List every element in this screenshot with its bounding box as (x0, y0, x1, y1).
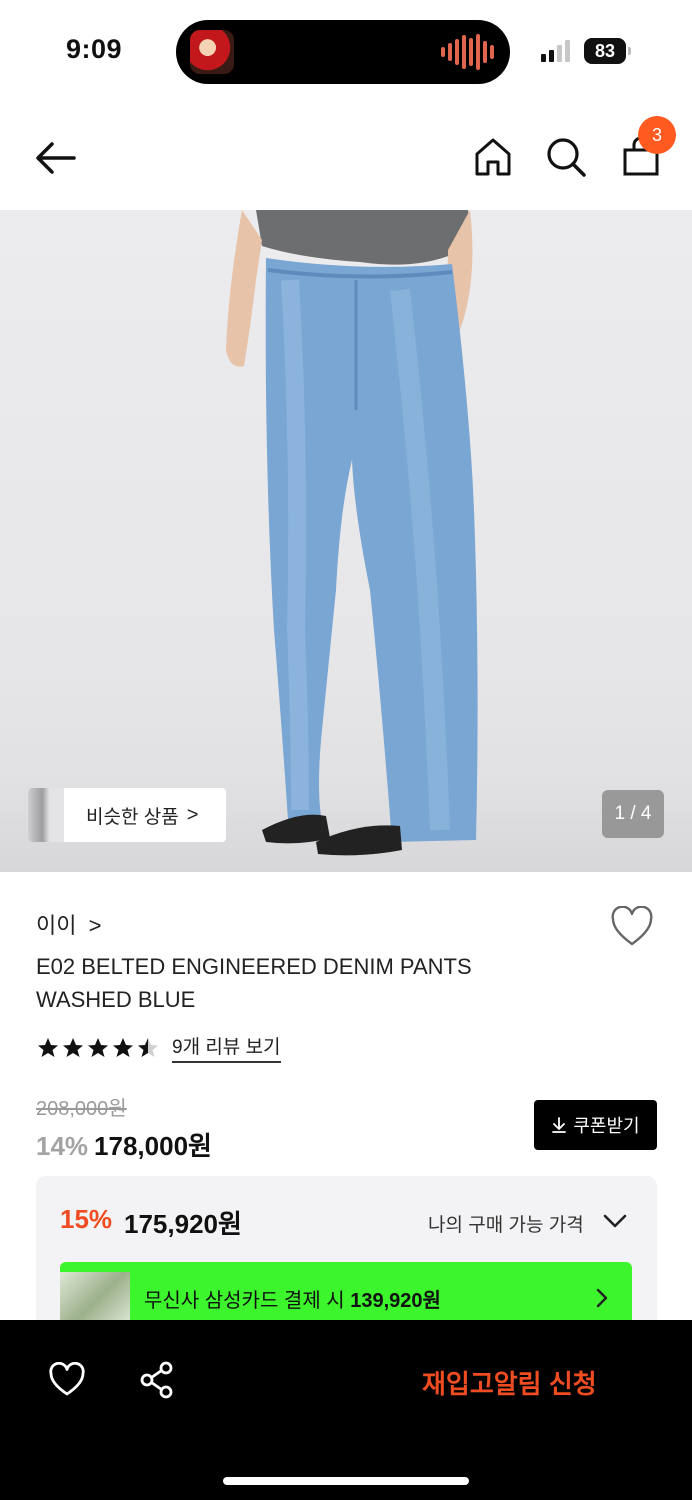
star-icon (113, 1037, 133, 1057)
chevron-down-icon[interactable] (602, 1210, 628, 1232)
heart-icon[interactable] (48, 1362, 86, 1398)
review-link[interactable]: 9개 리뷰 보기 (172, 1032, 281, 1063)
my-price-label: 나의 구매 가능 가격 (428, 1215, 584, 1236)
wishlist-heart-icon[interactable] (610, 906, 654, 948)
star-rating (36, 1036, 160, 1060)
product-image[interactable]: 비슷한 상품 > 1 / 4 (0, 210, 692, 872)
brand-name: 이이 (36, 913, 77, 938)
similar-products-button[interactable]: 비슷한 상품 > (28, 788, 226, 842)
original-price: 208,000원 (36, 1098, 127, 1120)
image-pager: 1 / 4 (602, 790, 664, 838)
search-icon[interactable] (543, 134, 589, 180)
audio-waveform-icon (441, 34, 494, 70)
my-price: 175,920원 (124, 1209, 242, 1239)
battery-indicator: 83 (584, 38, 631, 64)
chevron-right-icon: > (186, 803, 199, 826)
similar-product-thumbnail (28, 788, 64, 842)
half-star-icon (138, 1037, 158, 1057)
top-navigation (0, 110, 692, 206)
sale-price: 178,000원 (94, 1131, 212, 1161)
rating-row: 9개 리뷰 보기 (36, 1032, 281, 1063)
card-promo-label: 무신사 삼성카드 결제 시 (144, 1290, 345, 1312)
status-bar: 9:09 83 (0, 0, 692, 100)
coupon-label: 쿠폰받기 (573, 1116, 640, 1136)
card-promo-text: 무신사 삼성카드 결제 시 139,920원 (144, 1284, 441, 1313)
star-icon (63, 1037, 83, 1057)
coupon-button[interactable]: 쿠폰받기 (534, 1100, 657, 1150)
dynamic-island[interactable] (176, 20, 510, 84)
share-icon[interactable] (138, 1360, 176, 1400)
bottom-action-bar: 재입고알림 신청 (0, 1320, 692, 1500)
download-icon (552, 1117, 567, 1133)
product-title: E02 BELTED ENGINEERED DENIM PANTS WASHED… (36, 954, 472, 1012)
brand-chevron-icon: > (88, 913, 102, 938)
card-promo-price: 139,920원 (350, 1290, 441, 1312)
brand-link[interactable]: 이이 > (36, 908, 101, 940)
star-icon (88, 1037, 108, 1057)
now-playing-artwork (190, 30, 234, 74)
price-row: 14% 178,000원 (36, 1126, 212, 1163)
similar-products-label: 비슷한 상품 (86, 806, 179, 828)
home-icon[interactable] (470, 134, 516, 180)
my-discount-rate: 15% (60, 1204, 113, 1234)
cart-count-badge: 3 (638, 116, 676, 154)
status-time: 9:09 (66, 34, 123, 64)
back-arrow-icon[interactable] (30, 136, 82, 180)
chevron-right-icon (596, 1288, 608, 1308)
restock-alert-button[interactable]: 재입고알림 신청 (422, 1364, 597, 1401)
model-jeans-illustration (226, 210, 478, 856)
discount-rate: 14% (36, 1131, 89, 1161)
cellular-signal-icon (541, 40, 570, 62)
star-icon (38, 1037, 58, 1057)
home-indicator[interactable] (223, 1477, 469, 1485)
